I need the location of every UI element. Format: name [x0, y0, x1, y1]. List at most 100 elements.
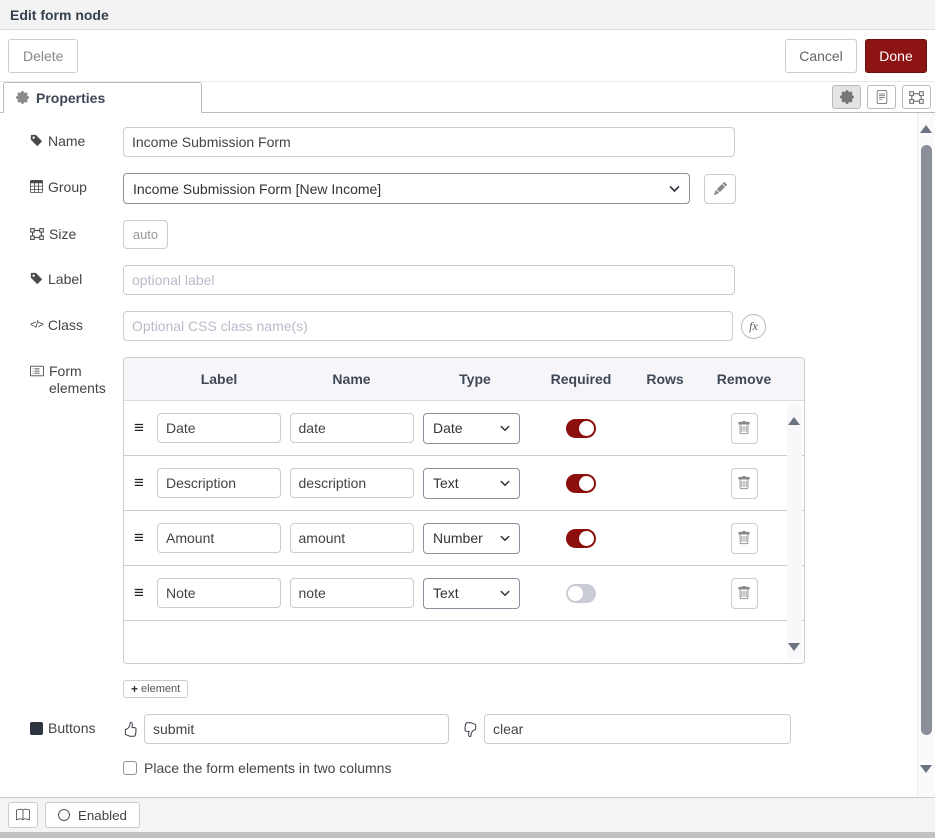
form-elements-table: Label Name Type Required Rows Remove ≡ D…	[123, 357, 805, 664]
size-label: Size	[30, 220, 123, 243]
document-icon	[875, 90, 889, 104]
main-scrollbar[interactable]	[917, 113, 935, 797]
cancel-button[interactable]: Cancel	[785, 39, 857, 73]
tab-bar: Properties	[0, 82, 935, 113]
required-toggle[interactable]	[566, 529, 596, 548]
group-select-value: Income Submission Form [New Income]	[133, 181, 381, 197]
tag-icon	[30, 134, 43, 147]
group-select[interactable]: Income Submission Form [New Income]	[123, 173, 690, 204]
field-row-form-elements: Form elements Label Name Type Required R…	[30, 357, 917, 664]
gear-icon	[16, 91, 29, 104]
bottom-strip	[0, 832, 935, 838]
dialog-header: Edit form node	[0, 0, 935, 30]
remove-element-button[interactable]	[731, 413, 758, 444]
element-name-input[interactable]	[290, 523, 414, 553]
trash-icon	[737, 586, 751, 600]
trash-icon	[737, 476, 751, 490]
element-row: ≡ Number	[124, 511, 804, 566]
properties-view-button[interactable]	[832, 85, 861, 109]
form-elements-table-body: ≡ Date ≡ Text	[124, 401, 804, 663]
scroll-up-arrow[interactable]	[788, 417, 800, 425]
tab-tools	[832, 85, 931, 109]
class-input[interactable]	[123, 311, 733, 341]
element-type-select[interactable]: Date	[423, 413, 520, 444]
required-toggle[interactable]	[566, 584, 596, 603]
remove-element-button[interactable]	[731, 468, 758, 499]
remove-element-button[interactable]	[731, 578, 758, 609]
trash-icon	[737, 421, 751, 435]
tag-icon	[30, 272, 43, 285]
label-label: Label	[30, 265, 123, 288]
clear-button-text-input[interactable]	[484, 714, 791, 744]
name-input[interactable]	[123, 127, 735, 157]
element-row: ≡ Text	[124, 566, 804, 621]
field-row-name: Name	[30, 127, 917, 157]
dialog-footer: Enabled	[0, 797, 935, 832]
field-row-group: Group Income Submission Form [New Income…	[30, 173, 917, 204]
thumbs-up-icon	[123, 722, 138, 737]
add-element-row: + element	[123, 680, 917, 698]
field-row-class: </> Class fx	[30, 311, 917, 341]
element-label-input[interactable]	[157, 578, 281, 608]
description-view-button[interactable]	[867, 85, 896, 109]
chevron-down-icon	[499, 477, 511, 489]
required-toggle[interactable]	[566, 419, 596, 438]
done-button[interactable]: Done	[865, 39, 927, 73]
remove-element-button[interactable]	[731, 523, 758, 554]
element-type-select[interactable]: Number	[423, 523, 520, 554]
required-toggle[interactable]	[566, 474, 596, 493]
element-name-input[interactable]	[290, 578, 414, 608]
chevron-down-icon	[499, 587, 511, 599]
form-elements-table-header: Label Name Type Required Rows Remove	[124, 358, 804, 401]
scroll-down-arrow[interactable]	[788, 643, 800, 651]
element-type-select[interactable]: Text	[423, 468, 520, 499]
label-input[interactable]	[123, 265, 735, 295]
chevron-down-icon	[499, 422, 511, 434]
table-icon	[30, 180, 43, 193]
drag-handle-icon[interactable]: ≡	[124, 418, 154, 438]
element-label-input[interactable]	[157, 523, 281, 553]
dialog-title: Edit form node	[10, 7, 109, 23]
drag-handle-icon[interactable]: ≡	[124, 528, 154, 548]
element-row: ≡ Text	[124, 456, 804, 511]
scrollbar-thumb[interactable]	[921, 145, 932, 735]
scroll-up-arrow[interactable]	[920, 125, 932, 133]
appearance-view-button[interactable]	[902, 85, 931, 109]
element-label-input[interactable]	[157, 413, 281, 443]
properties-panel: Name Group Income Submission Form [New I…	[0, 113, 917, 797]
element-row: ≡ Date	[124, 401, 804, 456]
element-name-input[interactable]	[290, 413, 414, 443]
drag-handle-icon[interactable]: ≡	[124, 583, 154, 603]
header-name: Name	[284, 371, 419, 387]
edit-group-button[interactable]	[704, 174, 736, 204]
node-help-button[interactable]	[8, 802, 38, 828]
element-label-input[interactable]	[157, 468, 281, 498]
plus-icon: +	[131, 682, 138, 696]
thumbs-down-icon	[463, 722, 478, 737]
pencil-icon	[714, 182, 727, 195]
drag-handle-icon[interactable]: ≡	[124, 473, 154, 493]
delete-button[interactable]: Delete	[8, 39, 78, 73]
header-rows: Rows	[631, 371, 699, 387]
gear-icon	[840, 90, 854, 104]
group-label: Group	[30, 173, 123, 196]
class-label: </> Class	[30, 311, 123, 334]
submit-button-text-input[interactable]	[144, 714, 449, 744]
enabled-toggle-button[interactable]: Enabled	[45, 802, 140, 828]
trash-icon	[737, 531, 751, 545]
scroll-down-arrow[interactable]	[920, 765, 932, 773]
size-auto-button[interactable]: auto	[123, 220, 168, 249]
fx-expand-button[interactable]: fx	[741, 314, 766, 339]
table-scrollbar[interactable]	[787, 403, 802, 659]
tab-properties[interactable]: Properties	[3, 82, 202, 113]
two-columns-checkbox[interactable]	[123, 761, 137, 775]
element-name-input[interactable]	[290, 468, 414, 498]
header-remove: Remove	[699, 371, 789, 387]
buttons-label: Buttons	[30, 714, 123, 737]
form-elements-label: Form elements	[30, 357, 123, 397]
field-row-buttons: Buttons	[30, 714, 917, 744]
edit-form-node-dialog: Edit form node Delete Cancel Done Proper…	[0, 0, 935, 838]
code-icon: </>	[30, 317, 43, 334]
element-type-select[interactable]: Text	[423, 578, 520, 609]
add-element-button[interactable]: + element	[123, 680, 188, 698]
